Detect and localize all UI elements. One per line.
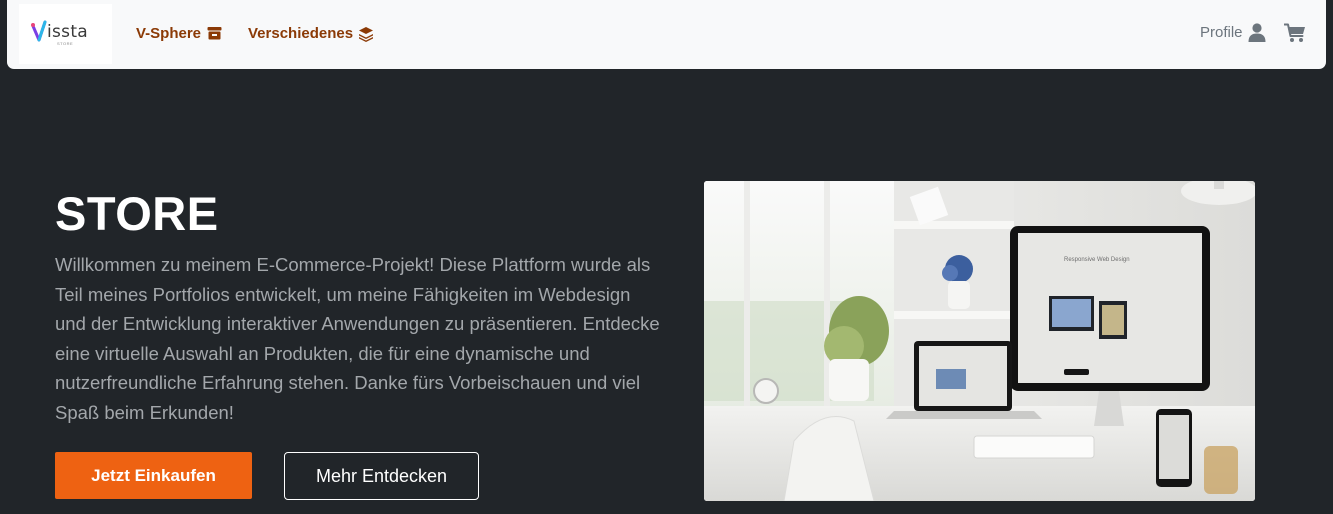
profile-label: Profile [1200, 23, 1243, 41]
hero-image: Responsive Web Design [704, 181, 1255, 501]
workspace-illustration: Responsive Web Design [704, 181, 1255, 501]
monitor-heading: Responsive Web Design [1064, 257, 1130, 263]
discover-more-button[interactable]: Mehr Entdecken [284, 452, 479, 500]
top-navbar: issta STORE V-Sphere Verschiedenes Profi… [7, 0, 1326, 69]
nav-link-label: Verschiedenes [248, 25, 354, 42]
nav-link-verschiedenes[interactable]: Verschiedenes [248, 25, 374, 42]
user-icon [1248, 23, 1266, 42]
logo-wordmark: issta [47, 22, 89, 42]
nav-link-label: V-Sphere [136, 25, 202, 42]
brand-logo[interactable]: issta STORE [19, 4, 112, 64]
hero-title: STORE [55, 187, 219, 240]
store-icon [207, 27, 222, 40]
shop-now-button[interactable]: Jetzt Einkaufen [55, 452, 252, 499]
profile-link[interactable]: Profile [1200, 22, 1267, 42]
hero-description: Willkommen zu meinem E-Commerce-Projekt!… [55, 254, 660, 423]
nav-link-v-sphere[interactable]: V-Sphere [136, 25, 223, 42]
cart-icon [1284, 23, 1305, 42]
layers-icon [359, 26, 374, 42]
cart-button[interactable] [1284, 23, 1306, 43]
logo-subtitle: STORE [57, 41, 74, 46]
